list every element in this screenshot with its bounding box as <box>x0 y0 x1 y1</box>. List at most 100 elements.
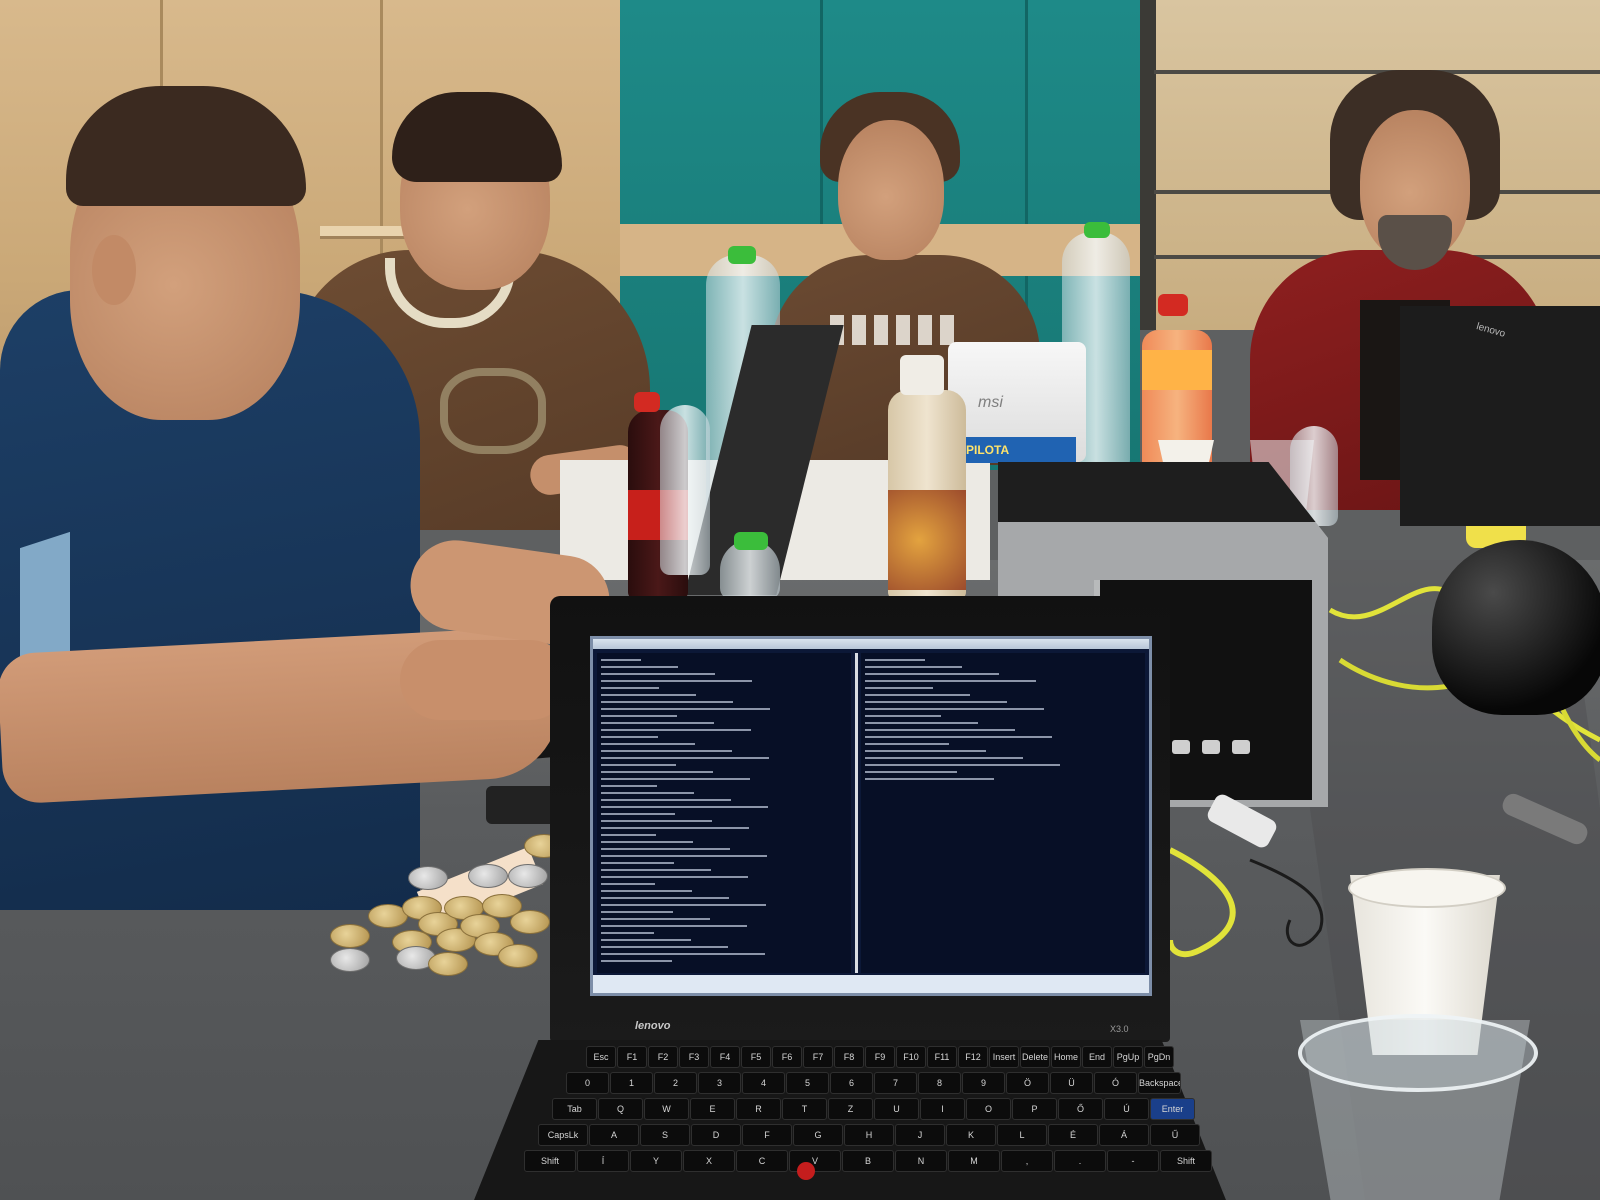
key-ő[interactable]: Ő <box>1058 1098 1103 1120</box>
key-2[interactable]: 2 <box>654 1072 697 1094</box>
key-shift[interactable]: Shift <box>524 1150 576 1172</box>
key-a[interactable]: A <box>589 1124 639 1146</box>
key-ö[interactable]: Ö <box>1006 1072 1049 1094</box>
key-enter[interactable]: Enter <box>1150 1098 1195 1120</box>
key-t[interactable]: T <box>782 1098 827 1120</box>
terminal-text-line <box>601 687 659 689</box>
key-f3[interactable]: F3 <box>679 1046 709 1068</box>
key-delete[interactable]: Delete <box>1020 1046 1050 1068</box>
key-h[interactable]: H <box>844 1124 894 1146</box>
key-ü[interactable]: Ü <box>1050 1072 1093 1094</box>
key-o[interactable]: O <box>966 1098 1011 1120</box>
trackpoint[interactable] <box>797 1162 815 1180</box>
key-f6[interactable]: F6 <box>772 1046 802 1068</box>
key-n[interactable]: N <box>895 1150 947 1172</box>
key-8[interactable]: 8 <box>918 1072 961 1094</box>
key-f11[interactable]: F11 <box>927 1046 957 1068</box>
key-5[interactable]: 5 <box>786 1072 829 1094</box>
key-q[interactable]: Q <box>598 1098 643 1120</box>
terminal-pane-right[interactable] <box>861 653 1145 973</box>
key-é[interactable]: É <box>1048 1124 1098 1146</box>
key-end[interactable]: End <box>1082 1046 1112 1068</box>
key-comma[interactable]: , <box>1001 1150 1053 1172</box>
key-f4[interactable]: F4 <box>710 1046 740 1068</box>
key-r[interactable]: R <box>736 1098 781 1120</box>
key-pgup[interactable]: PgUp <box>1113 1046 1143 1068</box>
key-s[interactable]: S <box>640 1124 690 1146</box>
key-backspace[interactable]: Backspace <box>1138 1072 1181 1094</box>
terminal-text-line <box>601 932 654 934</box>
key-4[interactable]: 4 <box>742 1072 785 1094</box>
key-home[interactable]: Home <box>1051 1046 1081 1068</box>
polo-stripe <box>20 531 70 669</box>
key-tab[interactable]: Tab <box>552 1098 597 1120</box>
key-pgdn[interactable]: PgDn <box>1144 1046 1174 1068</box>
key-period[interactable]: . <box>1054 1150 1106 1172</box>
terminal-text-line <box>601 890 692 892</box>
laptop-screen[interactable] <box>590 636 1152 996</box>
terminal-text-line <box>601 806 768 808</box>
key-minus[interactable]: - <box>1107 1150 1159 1172</box>
cup-rim <box>1348 868 1506 908</box>
key-b[interactable]: B <box>842 1150 894 1172</box>
key-i[interactable]: I <box>920 1098 965 1120</box>
coin <box>330 924 370 948</box>
terminal-titlebar[interactable] <box>593 639 1149 649</box>
key-1[interactable]: 1 <box>610 1072 653 1094</box>
key-f9[interactable]: F9 <box>865 1046 895 1068</box>
coin <box>510 910 550 934</box>
key-7[interactable]: 7 <box>874 1072 917 1094</box>
key-capslk[interactable]: CapsLk <box>538 1124 588 1146</box>
key-l[interactable]: L <box>997 1124 1047 1146</box>
terminal-text-line <box>601 876 748 878</box>
key-9[interactable]: 9 <box>962 1072 1005 1094</box>
terminal-text-line <box>601 729 751 731</box>
terminal-text-line <box>601 757 769 759</box>
key-p[interactable]: P <box>1012 1098 1057 1120</box>
terminal-text-line <box>601 848 730 850</box>
key-u[interactable]: U <box>874 1098 919 1120</box>
key-f8[interactable]: F8 <box>834 1046 864 1068</box>
cup-rim <box>1298 1014 1538 1092</box>
key-w[interactable]: W <box>644 1098 689 1120</box>
terminal-text-line <box>601 841 693 843</box>
key-ű[interactable]: Ű <box>1150 1124 1200 1146</box>
terminal-text-line <box>601 939 691 941</box>
terminal-text-line <box>601 904 766 906</box>
coin <box>508 864 548 888</box>
key-k[interactable]: K <box>946 1124 996 1146</box>
key-m[interactable]: M <box>948 1150 1000 1172</box>
terminal-text-line <box>865 659 925 661</box>
key-c[interactable]: C <box>736 1150 788 1172</box>
key-j[interactable]: J <box>895 1124 945 1146</box>
key-y[interactable]: Y <box>630 1150 682 1172</box>
key-f1[interactable]: F1 <box>617 1046 647 1068</box>
key-g[interactable]: G <box>793 1124 843 1146</box>
key-ó[interactable]: Ó <box>1094 1072 1137 1094</box>
key-z[interactable]: Z <box>828 1098 873 1120</box>
key-d[interactable]: D <box>691 1124 741 1146</box>
key-f12[interactable]: F12 <box>958 1046 988 1068</box>
key-f7[interactable]: F7 <box>803 1046 833 1068</box>
key-esc[interactable]: Esc <box>586 1046 616 1068</box>
terminal-text-line <box>865 771 957 773</box>
key-insert[interactable]: Insert <box>989 1046 1019 1068</box>
terminal-pane-left[interactable] <box>597 653 851 973</box>
key-í[interactable]: Í <box>577 1150 629 1172</box>
terminal-text-line <box>601 680 752 682</box>
key-3[interactable]: 3 <box>698 1072 741 1094</box>
key-f[interactable]: F <box>742 1124 792 1146</box>
terminal-text-line <box>601 918 710 920</box>
key-f10[interactable]: F10 <box>896 1046 926 1068</box>
key-á[interactable]: Á <box>1099 1124 1149 1146</box>
key-0[interactable]: 0 <box>566 1072 609 1094</box>
key-e[interactable]: E <box>690 1098 735 1120</box>
key-x[interactable]: X <box>683 1150 735 1172</box>
key-f5[interactable]: F5 <box>741 1046 771 1068</box>
pane-divider[interactable] <box>855 653 858 973</box>
key-ú[interactable]: Ú <box>1104 1098 1149 1120</box>
windows-taskbar[interactable] <box>593 975 1149 993</box>
key-6[interactable]: 6 <box>830 1072 873 1094</box>
key-shift[interactable]: Shift <box>1160 1150 1212 1172</box>
key-f2[interactable]: F2 <box>648 1046 678 1068</box>
